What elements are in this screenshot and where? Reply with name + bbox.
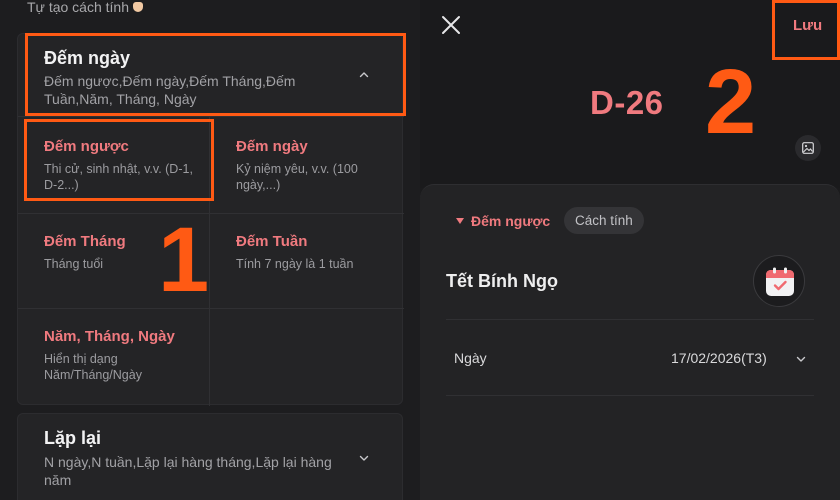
divider <box>446 319 814 320</box>
count-days-header[interactable]: Đếm ngày Đếm ngược,Đếm ngày,Đếm Tháng,Đế… <box>18 34 404 116</box>
calendar-check-icon[interactable] <box>753 255 805 307</box>
section-title: Lặp lại <box>44 428 102 448</box>
section-title: Đếm ngày <box>44 48 131 68</box>
event-form: Đếm ngược Cách tính Tết Bính Ngọ Ngày 17… <box>420 184 840 500</box>
step-number: 1 <box>158 209 210 311</box>
option-title: Đếm ngày <box>236 138 308 155</box>
section-subtitle: N ngày,N tuần,Lặp lại hàng tháng,Lặp lại… <box>44 454 332 488</box>
option-title: Đếm ngược <box>44 138 129 155</box>
mode-dropdown[interactable]: Đếm ngược <box>456 213 550 229</box>
date-picker[interactable]: 17/02/2026(T3) <box>671 350 767 366</box>
pointing-hand-icon <box>132 2 143 12</box>
option-year-month-day[interactable]: Năm, Tháng, Ngày Hiển thị dạng Năm/Tháng… <box>44 328 206 383</box>
method-chip[interactable]: Cách tính <box>564 207 644 234</box>
option-desc: Thi cử, sinh nhật, v.v. (D-1, D-2...) <box>44 162 193 192</box>
hint-text: Tự tạo cách tính <box>27 0 129 15</box>
count-days-section: Đếm ngày Đếm ngược,Đếm ngày,Đếm Tháng,Đế… <box>17 33 404 406</box>
repeat-section[interactable]: Lặp lại N ngày,N tuần,Lặp lại hàng tháng… <box>17 413 403 500</box>
date-value: 17/02/2026(T3) <box>671 350 767 366</box>
mode-label: Đếm ngược <box>471 213 551 229</box>
chevron-up-icon <box>359 70 369 80</box>
dday-counter: D-26 <box>590 84 664 121</box>
option-title: Năm, Tháng, Ngày <box>44 328 175 345</box>
divider <box>18 213 404 214</box>
option-count-days[interactable]: Đếm ngày Kỷ niệm yêu, v.v. (100 ngày,...… <box>236 138 386 193</box>
divider <box>18 308 404 309</box>
option-countdown[interactable]: Đếm ngược Thi cử, sinh nhật, v.v. (D-1, … <box>44 138 204 193</box>
event-title[interactable]: Tết Bính Ngọ <box>446 271 558 292</box>
triangle-down-icon <box>456 218 464 224</box>
option-desc: Tính 7 ngày là 1 tuần <box>236 257 354 271</box>
date-label: Ngày <box>454 350 487 366</box>
divider <box>446 395 814 396</box>
option-title: Đếm Tuần <box>236 233 308 250</box>
close-icon[interactable] <box>440 14 462 36</box>
divider <box>18 116 404 117</box>
image-icon[interactable] <box>795 135 821 161</box>
save-button[interactable]: Lưu <box>793 17 822 34</box>
event-editor: Lưu D-26 2 Đếm ngược Cách tính Tết Bính … <box>420 0 840 500</box>
calculation-panel: Tự tạo cách tính Đếm ngày Đếm ngược,Đếm … <box>0 0 420 500</box>
custom-method-hint: Tự tạo cách tính <box>27 0 143 14</box>
chevron-down-icon[interactable] <box>796 354 806 364</box>
preview-area: Lưu D-26 2 <box>420 0 840 188</box>
option-desc: Kỷ niệm yêu, v.v. (100 ngày,...) <box>236 162 358 192</box>
section-subtitle: Đếm ngược,Đếm ngày,Đếm Tháng,Đếm Tuần,Nă… <box>44 73 296 107</box>
chevron-down-icon <box>359 453 369 463</box>
option-count-weeks[interactable]: Đếm Tuần Tính 7 ngày là 1 tuần <box>236 233 396 272</box>
step-number: 2 <box>705 51 757 153</box>
option-desc: Hiển thị dạng Năm/Tháng/Ngày <box>44 352 142 382</box>
